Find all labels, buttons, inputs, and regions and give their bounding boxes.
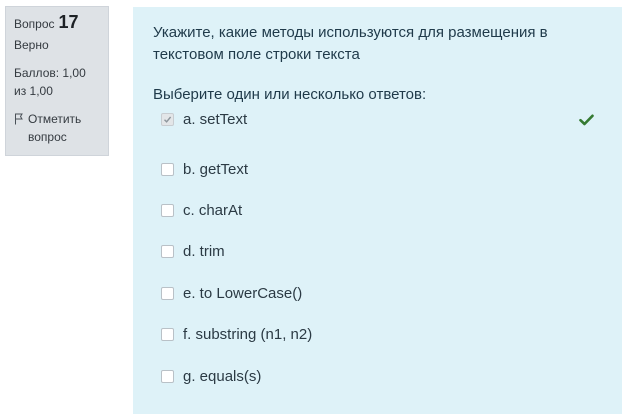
question-state: Верно — [14, 38, 49, 52]
answer-label-b: b. getText — [183, 160, 249, 178]
answer-checkbox-d[interactable] — [161, 245, 174, 259]
flag-question-link[interactable]: Отметить вопрос — [14, 110, 100, 146]
answer-checkbox-c[interactable] — [161, 203, 174, 217]
answer-option-e[interactable]: e. to LowerCase() — [161, 273, 602, 314]
answer-option-g[interactable]: g. equals(s) — [161, 355, 602, 396]
answer-checkbox-a[interactable] — [161, 112, 174, 126]
question-info-panel: Вопрос 17 Верно Баллов: 1,00 из 1,00 Отм… — [5, 6, 109, 156]
question-formulation: Укажите, какие методы используются для р… — [133, 7, 622, 414]
answer-label-g: g. equals(s) — [183, 367, 262, 385]
checkbox-check-icon — [164, 116, 172, 123]
answer-option-c[interactable]: c. charAt — [161, 190, 602, 231]
answer-list: a. setText b. getText c. charAt d. trim … — [153, 107, 602, 397]
answer-label-e: e. to LowerCase() — [183, 284, 303, 302]
question-label: Вопрос — [14, 17, 55, 31]
answer-checkbox-f[interactable] — [161, 328, 174, 342]
answer-option-a[interactable]: a. setText — [161, 107, 602, 131]
answer-checkbox-e[interactable] — [161, 286, 174, 300]
flag-question-label: Отметить вопрос — [28, 112, 82, 144]
question-number: 17 — [58, 12, 79, 32]
question-text: Укажите, какие методы используются для р… — [153, 24, 548, 63]
answer-option-d[interactable]: d. trim — [161, 231, 602, 272]
answer-option-b[interactable]: b. getText — [161, 148, 602, 189]
answer-checkbox-b[interactable] — [161, 162, 174, 176]
answer-label-f: f. substring (n1, n2) — [183, 326, 313, 344]
correct-check-icon — [579, 114, 594, 126]
question-grade: Баллов: 1,00 из 1,00 — [14, 66, 86, 98]
answer-option-f[interactable]: f. substring (n1, n2) — [161, 314, 602, 355]
answer-label-d: d. trim — [183, 243, 225, 261]
flag-icon — [15, 113, 23, 125]
answer-label-c: c. charAt — [183, 201, 243, 219]
question-number-row: Вопрос 17 — [14, 13, 100, 33]
answer-prompt: Выберите один или несколько ответов: — [153, 86, 427, 103]
answer-checkbox-g[interactable] — [161, 369, 174, 383]
answer-label-a: a. setText — [183, 110, 248, 128]
